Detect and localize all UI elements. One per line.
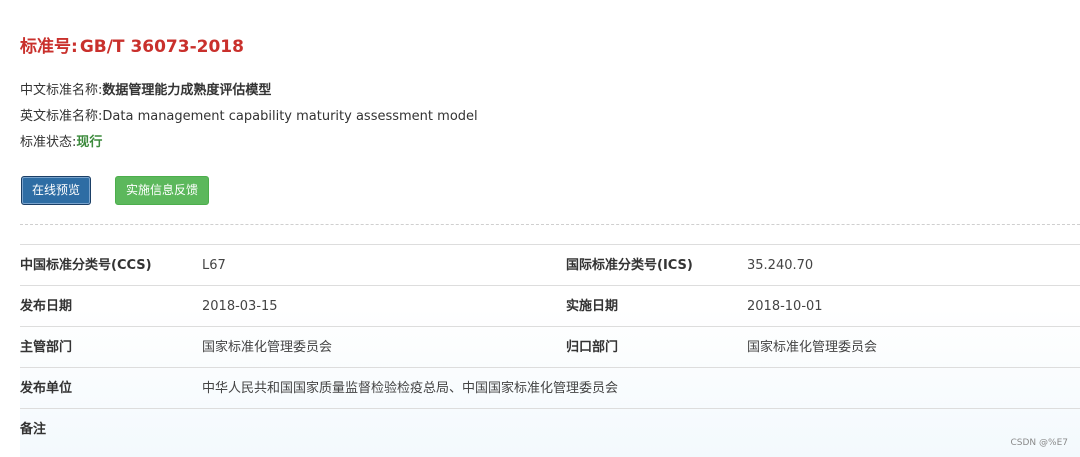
status-value: 现行 <box>76 135 103 150</box>
competent-dept-label: 主管部门 <box>20 340 73 355</box>
remarks-label: 备注 <box>20 422 47 437</box>
details-table: 中国标准分类号(CCS) L67 国际标准分类号(ICS) 35.240.70 … <box>20 244 1080 457</box>
cn-name-value: 数据管理能力成熟度评估模型 <box>102 83 272 98</box>
publish-date-value: 2018-03-15 <box>202 299 278 314</box>
page-title: 标准号: GB/T 36073-2018 <box>20 35 244 59</box>
publisher-label: 发布单位 <box>20 381 73 396</box>
ics-value: 35.240.70 <box>747 258 814 273</box>
implementation-feedback-button[interactable]: 实施信息反馈 <box>115 176 209 205</box>
status-label: 标准状态: <box>20 135 77 150</box>
competent-dept-value: 国家标准化管理委员会 <box>202 340 333 355</box>
dashed-divider <box>20 224 1080 225</box>
en-name-value: Data management capability maturity asse… <box>102 109 478 124</box>
standard-code: GB/T 36073-2018 <box>79 37 244 57</box>
watermark: CSDN @%E7 <box>1010 438 1069 448</box>
en-name-label: 英文标准名称: <box>20 109 103 124</box>
cn-name-label: 中文标准名称: <box>20 83 103 98</box>
title-prefix: 标准号: <box>20 37 78 57</box>
cn-name-row: 中文标准名称:数据管理能力成熟度评估模型 <box>20 82 271 100</box>
table-row: 中国标准分类号(CCS) L67 国际标准分类号(ICS) 35.240.70 <box>20 244 1080 286</box>
publish-date-label: 发布日期 <box>20 299 73 314</box>
publisher-value: 中华人民共和国国家质量监督检验检疫总局、中国国家标准化管理委员会 <box>202 381 619 396</box>
online-preview-button[interactable]: 在线预览 <box>21 176 91 205</box>
ccs-label: 中国标准分类号(CCS) <box>20 258 152 273</box>
ics-label: 国际标准分类号(ICS) <box>566 258 693 273</box>
table-row: 备注 <box>20 408 1080 450</box>
centralized-dept-value: 国家标准化管理委员会 <box>747 340 878 355</box>
implement-date-label: 实施日期 <box>566 299 619 314</box>
en-name-row: 英文标准名称:Data management capability maturi… <box>20 108 478 126</box>
table-row: 发布日期 2018-03-15 实施日期 2018-10-01 <box>20 285 1080 327</box>
status-row: 标准状态:现行 <box>20 134 102 152</box>
table-row: 发布单位 中华人民共和国国家质量监督检验检疫总局、中国国家标准化管理委员会 <box>20 367 1080 409</box>
ccs-value: L67 <box>202 258 226 273</box>
implement-date-value: 2018-10-01 <box>747 299 823 314</box>
centralized-dept-label: 归口部门 <box>566 340 619 355</box>
table-row: 主管部门 国家标准化管理委员会 归口部门 国家标准化管理委员会 <box>20 326 1080 368</box>
